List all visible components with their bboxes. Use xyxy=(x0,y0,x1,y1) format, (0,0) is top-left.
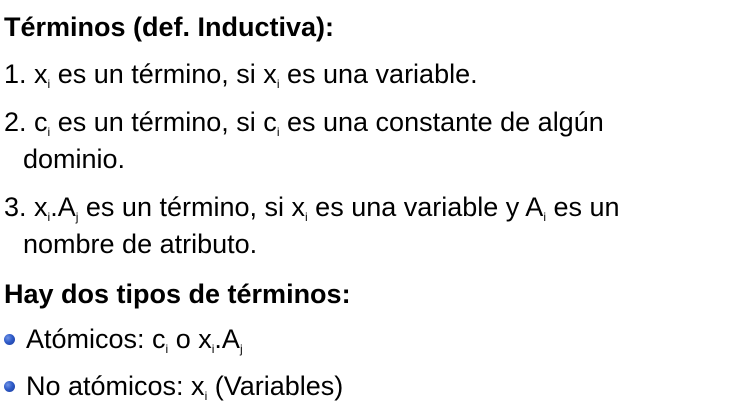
heading-terminos: Términos (def. Inductiva): xyxy=(4,12,335,42)
heading-tipos: Hay dos tipos de términos: xyxy=(4,279,351,309)
bullet-icon xyxy=(4,334,15,345)
item-2-text: ci es un término, si ci es una constante… xyxy=(34,107,604,139)
slide: Términos (def. Inductiva): 1. xi es un t… xyxy=(0,0,740,420)
item-3-number: 3. xyxy=(4,192,27,222)
item-1: 1. xi es un término, si xi es una variab… xyxy=(4,57,478,91)
item-1-text: xi es un término, si xi es una variable. xyxy=(34,59,478,91)
bullet-icon xyxy=(4,381,15,392)
item-3: 3. xi.Aj es un término, si xi es una var… xyxy=(4,190,620,224)
item-1-number: 1. xyxy=(4,59,27,89)
item-2-number: 2. xyxy=(4,107,27,137)
bullet-atomicos: Atómicos: ci o xi.Aj xyxy=(26,324,243,356)
item-3-continuation: nombre de atributo. xyxy=(23,229,258,259)
bullet-no-atomicos: No atómicos: xi (Variables) xyxy=(26,371,344,403)
item-3-text: xi.Aj es un término, si xi es una variab… xyxy=(34,192,620,224)
item-2: 2. ci es un término, si ci es una consta… xyxy=(4,105,604,139)
item-2-continuation: dominio. xyxy=(23,144,126,174)
